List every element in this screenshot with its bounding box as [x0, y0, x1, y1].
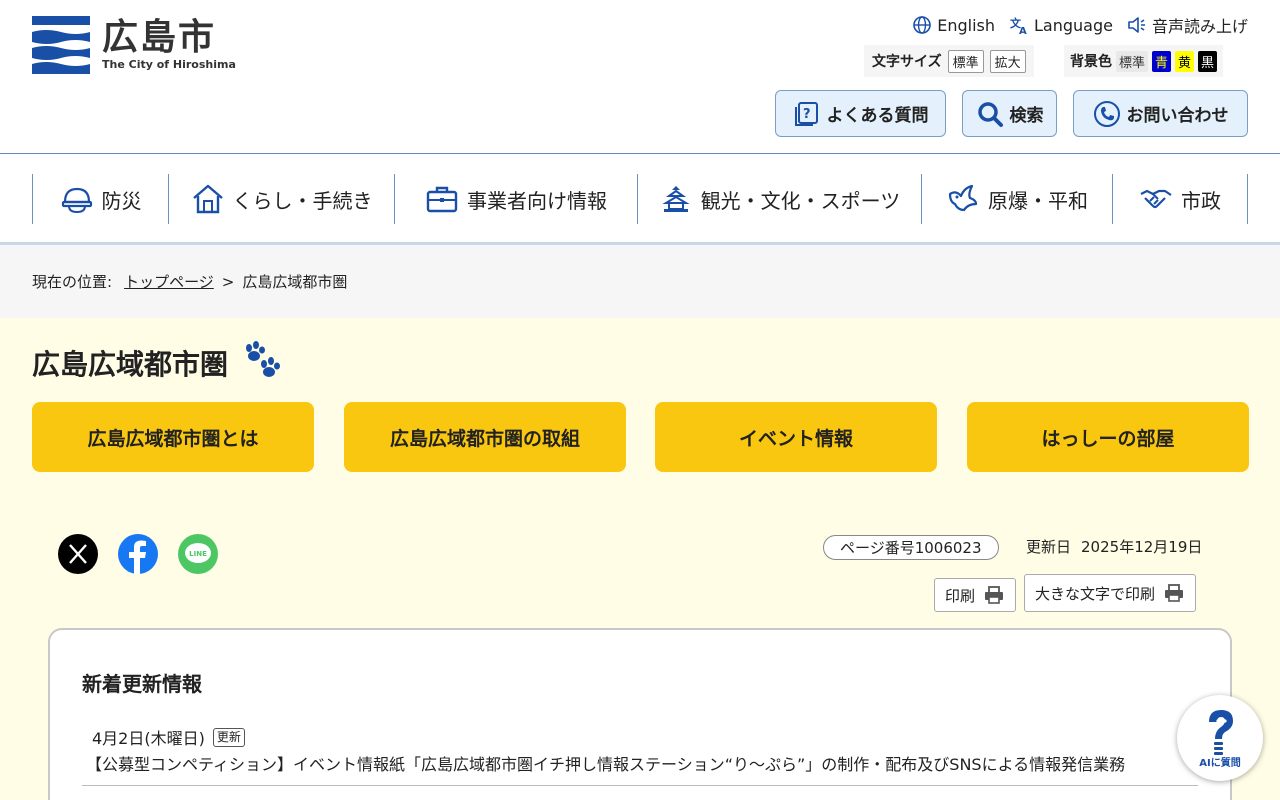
search-label: 検索 — [1009, 106, 1044, 126]
contact-label: お問い合わせ — [1126, 106, 1229, 126]
bg-color-label: 背景色 — [1070, 54, 1112, 70]
svg-text:A: A — [1019, 26, 1027, 35]
utility-links: English 文A Language 音声読み上げ — [912, 13, 1248, 37]
english-link[interactable]: English — [912, 13, 995, 37]
print-button[interactable]: 印刷 — [934, 578, 1017, 612]
news-item-date: 4月2日(木曜日) 更新 — [92, 725, 245, 749]
contact-button[interactable]: お問い合わせ — [1073, 90, 1248, 137]
hiroshima-logo-icon — [32, 16, 90, 74]
nav-label: 原爆・平和 — [988, 188, 1088, 213]
bg-blue-button[interactable]: 青 — [1152, 50, 1172, 72]
svg-text:?: ? — [803, 107, 811, 122]
updated-date: 更新日 2025年12月19日 — [1026, 536, 1202, 558]
line-share-button[interactable]: LINE — [178, 534, 218, 574]
bg-yellow-button[interactable]: 黄 — [1175, 50, 1195, 72]
question-mascot-icon — [1209, 710, 1233, 755]
faq-label: よくある質問 — [826, 106, 929, 126]
events-button[interactable]: イベント情報 — [655, 402, 937, 472]
facebook-share-button[interactable] — [118, 534, 158, 574]
bg-standard-button[interactable]: 標準 — [1116, 50, 1149, 72]
handshake-icon — [1140, 189, 1172, 209]
site-logo[interactable]: 広島市 The City of Hiroshima — [32, 16, 236, 74]
breadcrumb-separator: > — [221, 272, 235, 291]
font-standard-button[interactable]: 標準 — [947, 49, 984, 73]
page-title: 広島広域都市圏 — [32, 348, 229, 381]
paw-print-icon — [246, 341, 281, 377]
print-label: 印刷 — [945, 586, 976, 605]
social-share: LINE — [58, 534, 218, 574]
nav-label: くらし・手続き — [232, 188, 373, 213]
nav-item-kurashi[interactable]: くらし・手続き — [168, 174, 394, 224]
faq-icon: ? — [794, 101, 818, 126]
english-label: English — [937, 15, 996, 35]
about-button[interactable]: 広島広域都市圏とは — [32, 402, 314, 472]
logo-title: 広島市 — [102, 17, 217, 58]
main-content: 広島広域都市圏 広島広域都市圏とは 広島広域都市圏の取組 イベント情報 はっしー… — [0, 318, 1280, 800]
printer-icon — [1165, 584, 1184, 602]
search-icon — [977, 101, 1003, 127]
nav-item-bousai[interactable]: 防災 — [32, 174, 168, 224]
nav-label: 防災 — [101, 188, 142, 213]
updated-value: 2025年12月19日 — [1081, 538, 1203, 556]
speech-label: 音声読み上げ — [1151, 17, 1248, 36]
search-button[interactable]: 検索 — [962, 90, 1057, 137]
svg-text:LINE: LINE — [189, 550, 207, 558]
breadcrumb-prefix: 現在の位置: — [32, 273, 113, 291]
x-share-button[interactable] — [58, 534, 98, 574]
updated-label: 更新日 — [1026, 538, 1072, 556]
update-badge: 更新 — [212, 727, 245, 747]
faq-button[interactable]: ? よくある質問 — [775, 90, 946, 137]
nav-item-business[interactable]: 事業者向け情報 — [394, 174, 637, 224]
facebook-icon — [118, 534, 158, 574]
phone-icon — [1093, 100, 1120, 127]
nav-label: 事業者向け情報 — [467, 188, 607, 213]
print-large-button[interactable]: 大きな文字で印刷 — [1024, 574, 1197, 612]
nav-item-shisei[interactable]: 市政 — [1112, 174, 1248, 224]
speaker-icon — [1128, 17, 1145, 33]
font-large-button[interactable]: 拡大 — [989, 49, 1026, 73]
print-large-label: 大きな文字で印刷 — [1035, 584, 1156, 603]
breadcrumb: 現在の位置: トップページ > 広島広域都市圏 — [0, 245, 1280, 318]
news-divider — [82, 785, 1198, 786]
castle-icon — [662, 186, 690, 212]
logo-subtitle: The City of Hiroshima — [102, 58, 236, 71]
font-size-label: 文字サイズ — [872, 54, 942, 70]
globe-icon — [913, 16, 932, 34]
nav-item-peace[interactable]: 原爆・平和 — [921, 174, 1112, 224]
language-label: Language — [1034, 15, 1113, 35]
helmet-icon — [61, 187, 92, 214]
printer-icon — [985, 586, 1004, 604]
news-panel: 新着更新情報 4月2日(木曜日) 更新 【公募型コンペティション】イベント情報紙… — [48, 628, 1232, 800]
background-color-controls: 背景色 標準 青 黄 黒 — [1064, 45, 1224, 77]
briefcase-icon — [426, 186, 458, 213]
page-title-row: 広島広域都市圏 — [32, 340, 282, 386]
line-icon: LINE — [178, 534, 218, 574]
speech-link[interactable]: 音声読み上げ — [1127, 13, 1248, 37]
site-header: 広島市 The City of Hiroshima English 文A Lan… — [0, 0, 1280, 153]
bg-black-button[interactable]: 黒 — [1198, 50, 1218, 72]
initiatives-button[interactable]: 広島広域都市圏の取組 — [344, 402, 626, 472]
translate-icon: 文A — [1010, 16, 1027, 35]
nav-label: 市政 — [1181, 188, 1221, 213]
house-icon — [192, 184, 223, 214]
language-link[interactable]: 文A Language — [1009, 13, 1113, 37]
nav-label: 観光・文化・スポーツ — [700, 188, 901, 213]
global-nav: 防災 くらし・手続き 事業者向け情報 観光・文化・スポーツ 原爆・平和 市政 — [0, 153, 1280, 245]
font-size-controls: 文字サイズ 標準 拡大 — [864, 45, 1034, 77]
ai-button-label: AIに質問 — [1199, 758, 1241, 769]
news-item-link[interactable]: 【公募型コンペティション】イベント情報紙「広島広域都市圏イチ押し情報ステーション… — [86, 751, 1125, 775]
ai-question-button[interactable]: AIに質問 — [1177, 695, 1263, 781]
breadcrumb-home-link[interactable]: トップページ — [124, 271, 214, 292]
news-title: 新着更新情報 — [82, 672, 202, 696]
page-number-badge: ページ番号1006023 — [823, 535, 999, 560]
breadcrumb-current: 広島広域都市圏 — [242, 273, 348, 291]
hasshii-room-button[interactable]: はっしーの部屋 — [967, 402, 1249, 472]
news-date-text: 4月2日(木曜日) — [92, 729, 205, 748]
nav-item-tourism[interactable]: 観光・文化・スポーツ — [637, 174, 921, 224]
dove-icon — [948, 184, 978, 212]
x-icon — [58, 534, 98, 574]
